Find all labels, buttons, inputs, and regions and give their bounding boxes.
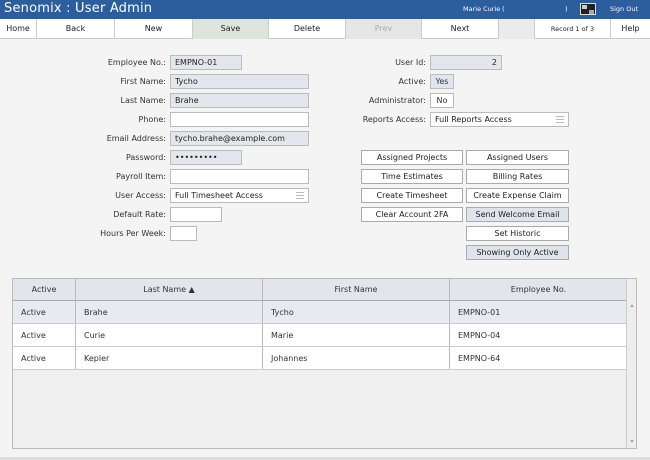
clear-account-2fa-button[interactable]: Clear Account 2FA bbox=[361, 207, 463, 222]
list-icon bbox=[296, 192, 304, 199]
delete-button[interactable]: Delete bbox=[269, 19, 346, 39]
help-button[interactable]: Help bbox=[611, 19, 650, 39]
title-bar: Senomix : User Admin Marie Curie ( ) Sig… bbox=[0, 0, 650, 19]
toolbar: Home Back New Save Delete Prev Next Reco… bbox=[0, 19, 650, 39]
cell-employee-no: EMPNO-04 bbox=[458, 331, 501, 340]
cell-employee-no: EMPNO-64 bbox=[458, 354, 501, 363]
payroll-item-label: Payroll Item: bbox=[115, 172, 166, 181]
user-info-close: ) bbox=[565, 5, 568, 13]
list-icon bbox=[556, 116, 564, 123]
cell-employee-no: EMPNO-01 bbox=[458, 308, 501, 317]
prev-button[interactable]: Prev bbox=[346, 19, 422, 39]
sign-out-link[interactable]: Sign Out bbox=[610, 5, 638, 13]
email-field[interactable]: tycho.brahe@example.com bbox=[170, 131, 309, 146]
back-button[interactable]: Back bbox=[37, 19, 115, 39]
employee-no-field[interactable]: EMPNO-01 bbox=[170, 55, 242, 70]
hours-per-week-label: Hours Per Week: bbox=[100, 229, 166, 238]
cell-first-name: Tycho bbox=[263, 301, 450, 323]
employee-no-label: Employee No.: bbox=[107, 58, 166, 67]
payroll-item-field[interactable] bbox=[170, 169, 309, 184]
cell-last-name: Kepler bbox=[76, 347, 263, 369]
new-button[interactable]: New bbox=[115, 19, 193, 39]
billing-rates-button[interactable]: Billing Rates bbox=[466, 169, 569, 184]
active-toggle[interactable]: Yes bbox=[430, 74, 454, 89]
cell-first-name: Johannes bbox=[263, 347, 450, 369]
home-button[interactable]: Home bbox=[0, 19, 37, 39]
send-welcome-email-button[interactable]: Send Welcome Email bbox=[466, 207, 569, 222]
time-estimates-button[interactable]: Time Estimates bbox=[361, 169, 463, 184]
cell-last-name: Brahe bbox=[76, 301, 263, 323]
active-label: Active: bbox=[398, 77, 426, 86]
first-name-field[interactable]: Tycho bbox=[170, 74, 309, 89]
user-access-value: Full Timesheet Access bbox=[175, 191, 263, 200]
reports-access-label: Reports Access: bbox=[362, 115, 426, 124]
grid-scrollbar[interactable] bbox=[626, 279, 636, 448]
create-expense-claim-button[interactable]: Create Expense Claim bbox=[466, 188, 569, 203]
showing-only-active-button[interactable]: Showing Only Active bbox=[466, 245, 569, 260]
table-row[interactable]: Active Kepler Johannes EMPNO-64 bbox=[13, 347, 627, 370]
hours-per-week-field[interactable] bbox=[170, 226, 197, 241]
default-rate-label: Default Rate: bbox=[113, 210, 166, 219]
reports-access-select[interactable]: Full Reports Access bbox=[430, 112, 569, 127]
default-rate-field[interactable] bbox=[170, 207, 222, 222]
next-button[interactable]: Next bbox=[422, 19, 499, 39]
administrator-toggle[interactable]: No bbox=[430, 93, 454, 108]
cell-first-name: Marie bbox=[263, 324, 450, 346]
set-historic-button[interactable]: Set Historic bbox=[466, 226, 569, 241]
column-header-active[interactable]: Active bbox=[13, 279, 76, 300]
table-row[interactable]: Active Curie Marie EMPNO-04 bbox=[13, 324, 627, 347]
column-header-employee-no[interactable]: Employee No. bbox=[450, 279, 627, 300]
last-name-field[interactable]: Brahe bbox=[170, 93, 309, 108]
cell-active: Active bbox=[13, 301, 76, 323]
password-label: Password: bbox=[125, 153, 166, 162]
first-name-label: First Name: bbox=[120, 77, 166, 86]
cell-active: Active bbox=[13, 324, 76, 346]
phone-field[interactable] bbox=[170, 112, 309, 127]
column-header-last-name[interactable]: Last Name ▲ bbox=[76, 279, 263, 300]
column-header-first-name[interactable]: First Name bbox=[263, 279, 450, 300]
grid-header: Active Last Name ▲ First Name Employee N… bbox=[13, 279, 627, 301]
email-label: Email Address: bbox=[106, 134, 166, 143]
record-counter: Record 1 of 3 bbox=[535, 19, 611, 39]
reports-access-value: Full Reports Access bbox=[435, 115, 512, 124]
scroll-up-icon[interactable] bbox=[630, 304, 634, 307]
cell-active: Active bbox=[13, 347, 76, 369]
cell-last-name: Curie bbox=[76, 324, 263, 346]
assigned-users-button[interactable]: Assigned Users bbox=[466, 150, 569, 165]
phone-label: Phone: bbox=[138, 115, 166, 124]
user-id-field: 2 bbox=[430, 55, 502, 70]
toolbar-spacer bbox=[499, 19, 535, 39]
employee-grid: Active Last Name ▲ First Name Employee N… bbox=[12, 278, 637, 449]
create-timesheet-button[interactable]: Create Timesheet bbox=[361, 188, 463, 203]
password-field[interactable]: ••••••••• bbox=[170, 150, 242, 165]
save-button[interactable]: Save bbox=[193, 19, 269, 39]
administrator-label: Administrator: bbox=[368, 96, 426, 105]
scroll-down-icon[interactable] bbox=[630, 440, 634, 443]
user-name: Marie Curie bbox=[463, 5, 501, 13]
app-title: Senomix : User Admin bbox=[4, 1, 153, 16]
language-flag-icon[interactable] bbox=[580, 3, 596, 15]
user-access-label: User Access: bbox=[115, 191, 166, 200]
user-access-select[interactable]: Full Timesheet Access bbox=[170, 188, 309, 203]
last-name-label: Last Name: bbox=[120, 96, 166, 105]
table-row[interactable]: Active Brahe Tycho EMPNO-01 bbox=[13, 301, 627, 324]
user-info-open: ( bbox=[502, 5, 505, 13]
user-id-label: User Id: bbox=[395, 58, 426, 67]
assigned-projects-button[interactable]: Assigned Projects bbox=[361, 150, 463, 165]
